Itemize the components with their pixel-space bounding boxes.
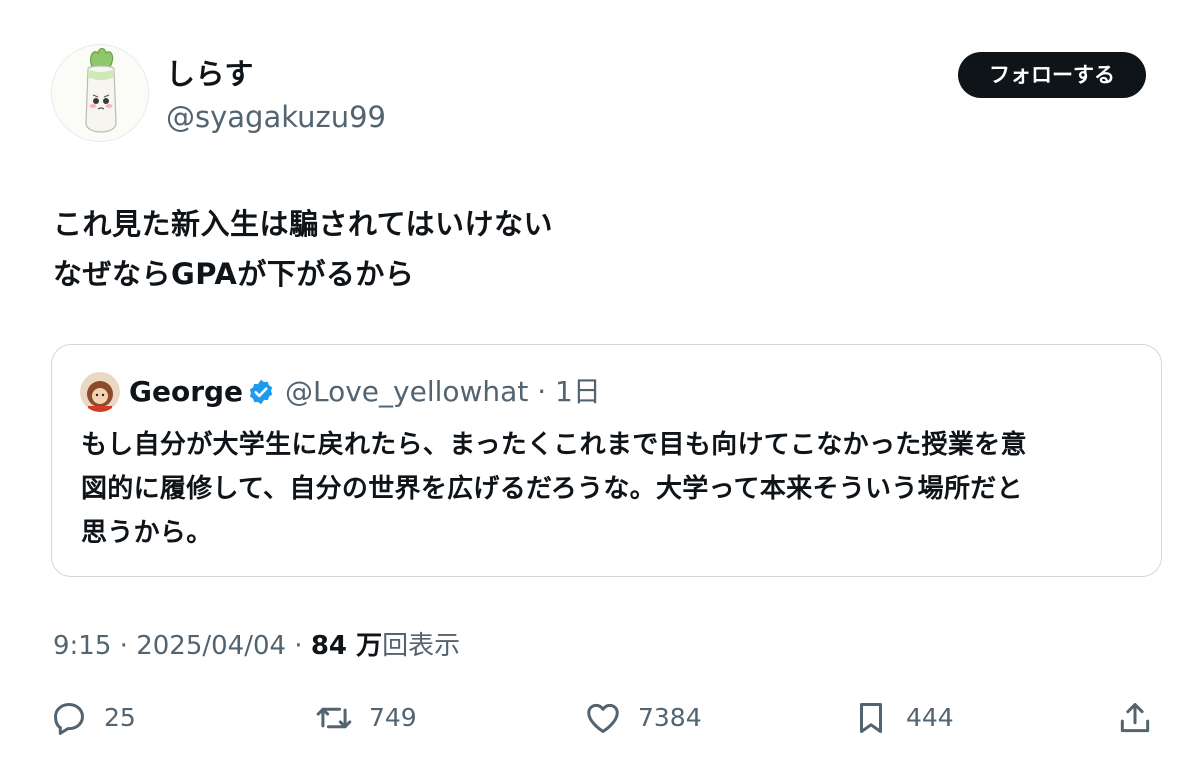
quoted-line: 図的に履修して、自分の世界を広げるだろうな。大学って本来そういう場所だと [81,474,1023,504]
meta-separator: · [286,631,311,661]
repost-count: 749 [369,703,417,732]
tweet-text: これ見た新入生は騙されてはいけない なぜならGPAが下がるから [53,199,1153,299]
tweet-line: なぜならGPAが下がるから [53,257,415,291]
quoted-line: 思うから。 [81,518,213,548]
quoted-author-name[interactable]: George [129,373,243,411]
author-handle[interactable]: @syagakuzu99 [166,98,386,136]
quoted-tweet-text: もし自分が大学生に戻れたら、まったくこれまで目も向けてこなかった授業を意 図的に… [81,423,1146,555]
repost-icon [316,707,352,729]
daikon-avatar-icon [85,47,117,133]
heart-icon [587,703,619,733]
verified-badge-icon [249,379,273,405]
quoted-avatar-icon [80,372,120,412]
tweet-meta: 9:15 · 2025/04/04 · 84 万回表示 [53,626,460,666]
follow-button[interactable]: フォローする [958,52,1146,98]
reply-count: 25 [104,703,136,732]
quoted-meta: @Love_yellowhat · 1日 [285,373,601,411]
share-button[interactable] [1116,695,1154,741]
like-count: 7384 [638,703,702,732]
quoted-age: 1日 [555,375,601,408]
share-icon [1120,703,1150,733]
reply-icon [54,703,84,735]
tweet-time[interactable]: 9:15 [53,631,111,661]
quoted-line: もし自分が大学生に戻れたら、まったくこれまで目も向けてこなかった授業を意 [81,430,1027,460]
quoted-author-avatar[interactable] [80,372,120,412]
quoted-tweet-card[interactable]: George @Love_yellowhat · 1日 もし自分が大学生に戻れた… [51,344,1162,577]
bookmark-icon [859,703,883,733]
tweet-line: これ見た新入生は騙されてはいけない [53,207,554,241]
bookmark-button[interactable]: 444 [852,695,954,741]
quoted-author-handle[interactable]: @Love_yellowhat [285,375,528,408]
views-label: 回表示 [382,631,461,661]
action-bar: 25 749 7384 444 [0,695,1200,741]
author-display-name[interactable]: しらす [166,55,254,93]
views-count: 84 万 [310,631,383,661]
author-avatar[interactable] [51,44,149,142]
meta-separator: · [528,375,556,408]
tweet-date[interactable]: 2025/04/04 [136,631,286,661]
tweet-detail: しらす @syagakuzu99 フォローする これ見た新入生は騙されてはいけな… [0,0,1200,761]
bookmark-count: 444 [906,703,954,732]
repost-button[interactable]: 749 [315,695,417,741]
meta-separator: · [111,631,137,661]
reply-button[interactable]: 25 [50,695,136,741]
like-button[interactable]: 7384 [584,695,702,741]
